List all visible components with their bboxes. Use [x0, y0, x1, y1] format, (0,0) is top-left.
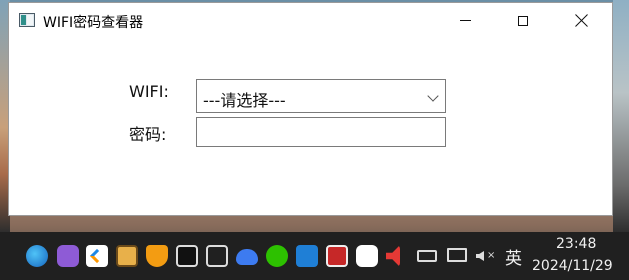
no-entry-app-icon[interactable] [326, 245, 348, 267]
cat-app-icon[interactable] [57, 245, 79, 267]
minimize-icon [459, 20, 471, 21]
wifi-label: WIFI: [129, 82, 169, 101]
copy-window-icon[interactable] [206, 245, 228, 267]
wifi-select[interactable]: ---请选择--- [196, 79, 446, 113]
wechat-icon[interactable] [266, 245, 288, 267]
shield-app-icon[interactable] [146, 245, 168, 267]
speaker-tray-icon[interactable] [386, 245, 400, 267]
network-tray-icon[interactable] [447, 248, 467, 262]
password-field[interactable] [196, 117, 446, 147]
drops-app-icon[interactable] [356, 245, 378, 267]
chevron-down-icon [427, 90, 439, 102]
mute-tray-icon[interactable]: × [476, 247, 495, 265]
clock-date[interactable]: 2024/11/29 [532, 258, 613, 274]
password-label: 密码: [129, 125, 167, 144]
cloud-icon[interactable] [236, 249, 258, 265]
arrow-app-icon[interactable] [86, 245, 108, 267]
maximize-button[interactable] [500, 3, 546, 38]
clock-time[interactable]: 23:48 [556, 236, 596, 252]
ime-indicator[interactable]: 英 [505, 244, 522, 269]
network-globe-icon[interactable] [26, 245, 48, 267]
battery-tray-icon[interactable] [417, 250, 437, 262]
title-bar[interactable]: WIFI密码查看器 [9, 3, 612, 38]
app-window: WIFI密码查看器 WIFI: ---请选择--- 密码: [8, 2, 613, 216]
desktop-edge-right [613, 0, 629, 232]
window-title: WIFI密码查看器 [43, 15, 144, 31]
app-window-icon [19, 13, 35, 27]
wifi-select-value: ---请选择--- [203, 91, 286, 110]
dolby-icon[interactable] [176, 245, 198, 267]
close-icon [575, 14, 588, 27]
minimize-button[interactable] [442, 3, 488, 38]
browser-e-icon[interactable] [296, 245, 318, 267]
window-app-icon[interactable] [116, 245, 138, 267]
maximize-icon [518, 15, 528, 26]
close-button[interactable] [558, 3, 604, 38]
